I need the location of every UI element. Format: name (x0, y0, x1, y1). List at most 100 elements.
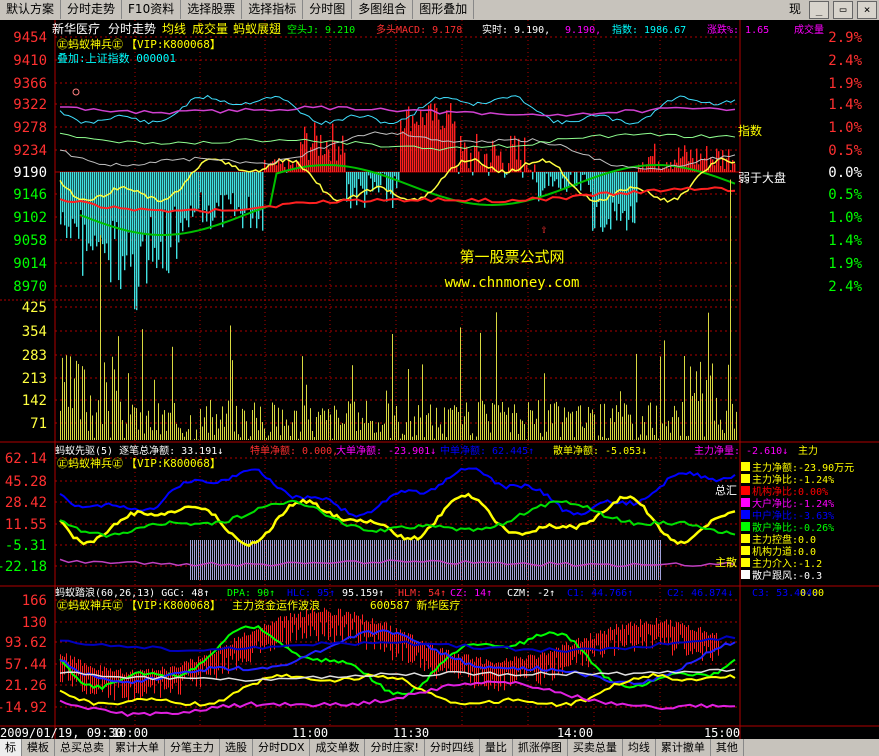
bottom-tab-7[interactable]: 成交单数 (310, 739, 366, 756)
pos-bar-116 (292, 163, 294, 172)
bottom-tab-0[interactable]: 标 (0, 739, 22, 756)
pos-bar-137 (334, 141, 336, 172)
volume-bar-266 (592, 409, 593, 440)
neg-bar-89 (238, 172, 240, 208)
lilac-bar-58 (306, 540, 307, 580)
volume-bar-202 (464, 416, 465, 440)
toolbar: 默认方案 分时走势 F10资料 选择股票 选择指标 分时图 多图组合 图形叠加 现 _ ▭ × (0, 0, 879, 21)
lilac-bar-129 (448, 540, 449, 580)
volume-bar-291 (642, 416, 643, 440)
lilac-bar-161 (512, 540, 513, 580)
panel2-title: 蚂蚁先驱(5) 逐笔总净额: 33.191↓ (55, 444, 223, 457)
volume-bar-152 (364, 423, 365, 440)
pos-bar-180 (420, 110, 422, 172)
p3-red-bar-299 (658, 623, 659, 637)
volume-bar-239 (538, 400, 539, 440)
p3-red-bar-292 (644, 622, 645, 642)
lilac-bar-146 (482, 540, 483, 580)
bottom-tab-3[interactable]: 累计大单 (110, 739, 165, 756)
volume-bar-51 (162, 414, 163, 440)
p3-red-bar-298 (656, 617, 657, 640)
bottom-tab-8[interactable]: 分时庄家! (365, 739, 425, 756)
lilac-bar-151 (492, 540, 493, 580)
lilac-bar-172 (534, 540, 535, 580)
minimize-icon[interactable]: _ (809, 1, 829, 19)
lilac-bar-104 (398, 540, 399, 580)
close-icon[interactable]: × (857, 1, 877, 19)
pos-bar-323 (706, 146, 708, 172)
volume-bar-263 (586, 422, 587, 440)
toolbar-button-0[interactable]: 默认方案 (0, 0, 62, 19)
p3-red-bar-263 (586, 638, 587, 662)
restore-icon[interactable]: ▭ (833, 1, 853, 19)
bottom-tab-12[interactable]: 买卖总量 (568, 739, 623, 756)
volume-bar-219 (498, 405, 499, 440)
bottom-tab-9[interactable]: 分时四线 (425, 739, 480, 756)
p3-red-bar-51 (162, 666, 163, 682)
neg-bar-87 (234, 172, 236, 217)
volume-bar-290 (640, 434, 641, 440)
bottom-tab-1[interactable]: 模板 (22, 739, 55, 756)
toolbar-right-label[interactable]: 现 (783, 0, 807, 19)
toolbar-button-3[interactable]: 选择股票 (181, 0, 243, 19)
toolbar-button-2[interactable]: F10资料 (122, 0, 182, 19)
p3-red-bar-155 (370, 623, 371, 637)
neg-bar-1 (62, 172, 64, 213)
volume-bar-56 (172, 346, 173, 440)
neg-bar-285 (630, 172, 632, 207)
toolbar-button-7[interactable]: 图形叠加 (413, 0, 475, 19)
volume-bar-125 (310, 408, 311, 440)
pos-bar-108 (276, 165, 278, 172)
lilac-bar-158 (506, 540, 507, 580)
p3-red-bar-62 (184, 661, 185, 679)
bottom-tab-13[interactable]: 均线 (623, 739, 656, 756)
bottom-tab-15[interactable]: 其他 (711, 739, 744, 756)
p3-red-bar-262 (584, 638, 585, 653)
volume-bar-214 (488, 421, 489, 440)
neg-bar-113 (286, 172, 288, 173)
toolbar-button-6[interactable]: 多图组合 (352, 0, 414, 19)
lilac-bar-175 (540, 540, 541, 580)
volume-bar-2 (64, 382, 65, 440)
volume-bar-255 (570, 413, 571, 440)
legend-swatch-8 (741, 558, 750, 567)
toolbar-button-5[interactable]: 分时图 (303, 0, 353, 19)
volume-bar-253 (566, 417, 567, 440)
neg-bar-15 (90, 172, 92, 247)
volume-bar-107 (274, 404, 275, 440)
p3-red-bar-134 (328, 611, 329, 641)
volume-bar-52 (164, 410, 165, 440)
watermark-url: www.chnmoney.com (445, 275, 580, 291)
legend-text-6: 主力控盘:0.0 (752, 533, 816, 546)
bottom-tab-14[interactable]: 累计撤单 (656, 739, 711, 756)
p3-red-bar-328 (716, 632, 717, 649)
pos-bar-194 (448, 114, 450, 172)
pos-bar-318 (696, 148, 698, 172)
toolbar-button-4[interactable]: 选择指标 (242, 0, 304, 19)
neg-bar-154 (368, 172, 370, 176)
volume-bar-248 (556, 401, 557, 440)
volume-bar-256 (572, 411, 573, 440)
lilac-bar-177 (544, 540, 545, 580)
bottom-tab-11[interactable]: 抓涨停图 (513, 739, 568, 756)
p3-red-bar-22 (104, 666, 105, 685)
p3-red-bar-280 (620, 629, 621, 641)
lilac-bar-91 (372, 540, 373, 580)
p3-red-bar-218 (496, 662, 497, 681)
price-axis-label-9: 9058 (13, 233, 47, 249)
bottom-tab-6[interactable]: 分时DDX (253, 739, 311, 756)
p3-red-bar-238 (536, 658, 537, 682)
p3-red-bar-208 (476, 656, 477, 683)
pos-bar-187 (434, 103, 436, 172)
p3-red-bar-11 (82, 665, 83, 692)
bottom-tab-10[interactable]: 量比 (480, 739, 513, 756)
toolbar-button-1[interactable]: 分时走势 (61, 0, 123, 19)
bottom-tab-5[interactable]: 选股 (220, 739, 253, 756)
volume-axis-label-4: 142 (22, 393, 47, 409)
volume-bar-58 (176, 423, 177, 440)
p3-red-bar-36 (132, 669, 133, 683)
lilac-bar-22 (234, 540, 235, 580)
bottom-tab-2[interactable]: 总买总卖 (55, 739, 110, 756)
bottom-tab-4[interactable]: 分笔主力 (165, 739, 220, 756)
volume-bar-337 (734, 428, 735, 440)
